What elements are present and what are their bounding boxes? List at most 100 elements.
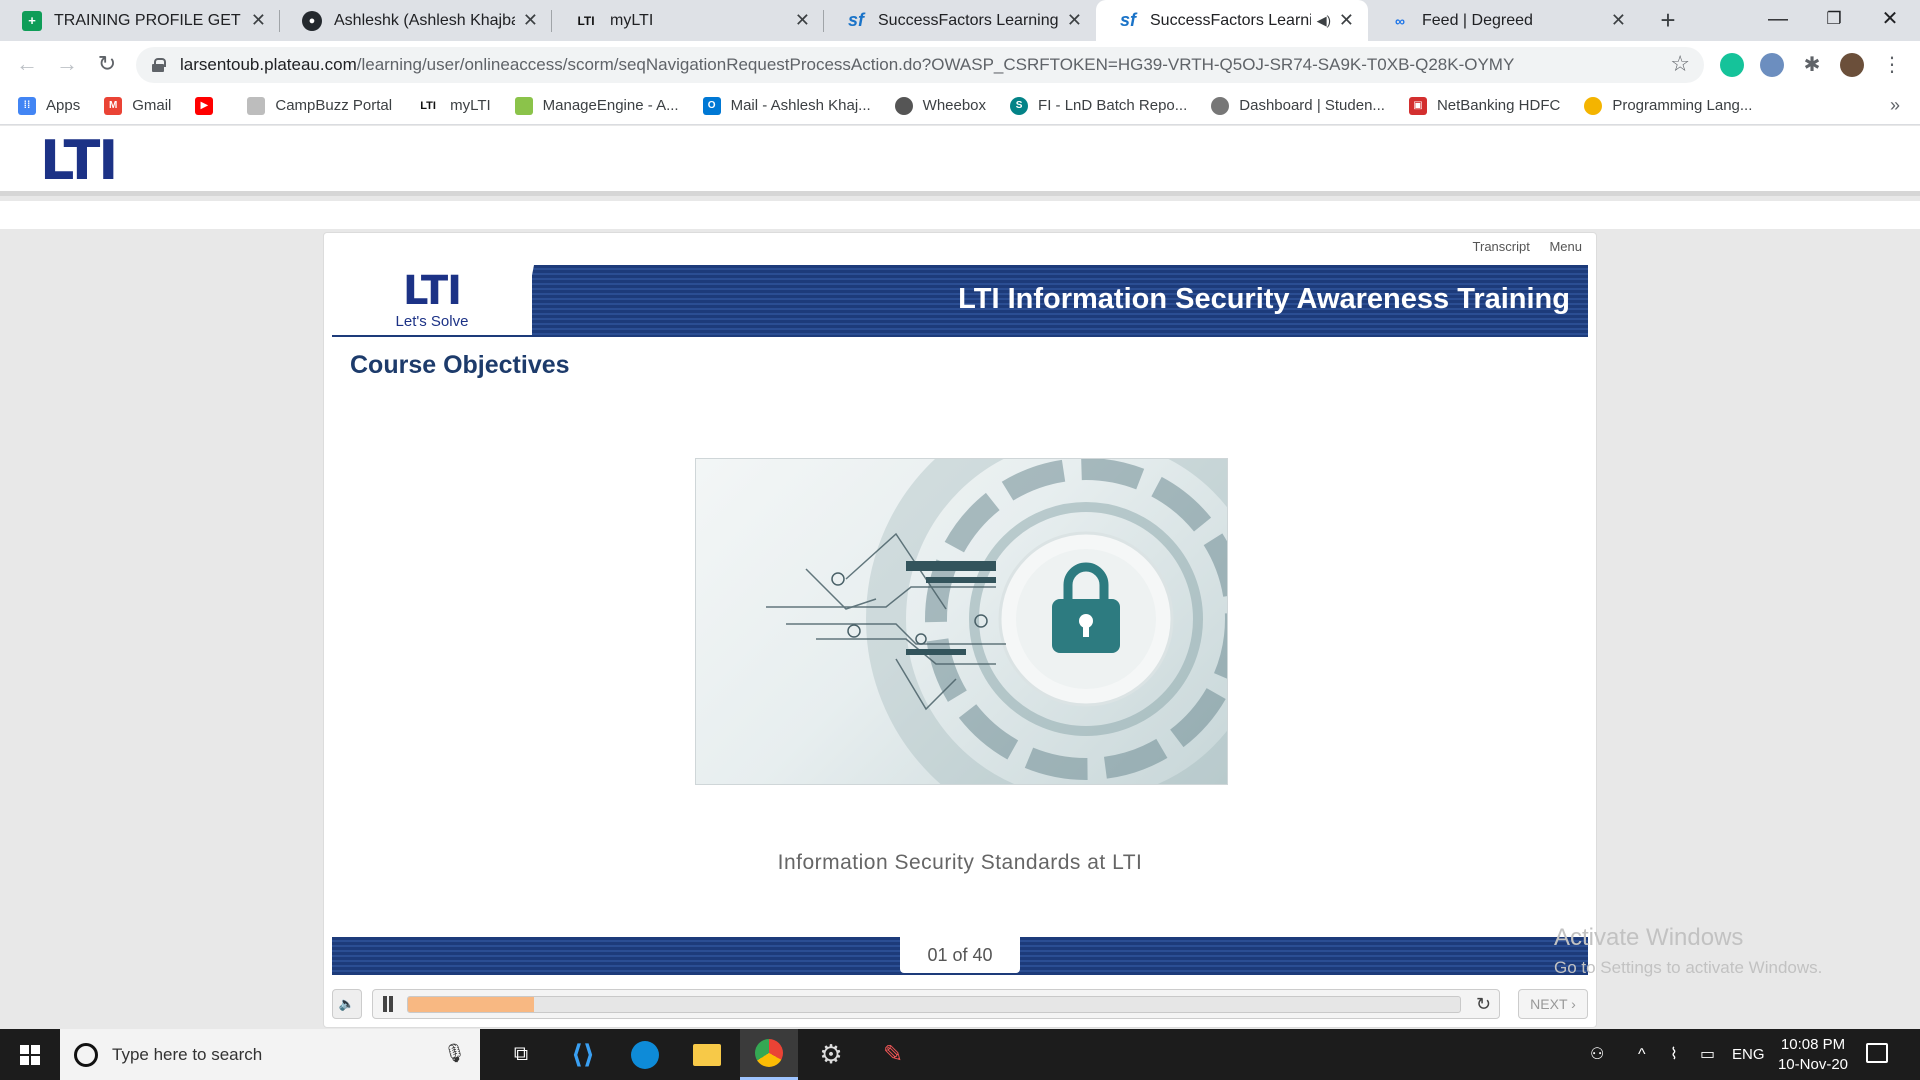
programming-icon xyxy=(1584,96,1603,115)
task-view-icon[interactable]: ⧉ xyxy=(492,1029,550,1080)
battery-icon[interactable]: ▭ xyxy=(1700,1029,1715,1080)
bookmark-mail[interactable]: O Mail - Ashlesh Khaj... xyxy=(702,96,871,115)
close-icon[interactable]: ✕ xyxy=(1339,10,1354,31)
edge-icon[interactable] xyxy=(616,1029,674,1080)
speaker-muted-icon[interactable]: ◀) xyxy=(1317,13,1331,29)
next-button[interactable]: NEXT › xyxy=(1518,989,1588,1019)
close-icon[interactable]: ✕ xyxy=(1067,10,1082,31)
header-spacer xyxy=(0,201,1920,229)
forward-button[interactable]: → xyxy=(52,49,82,79)
pause-button[interactable] xyxy=(381,996,395,1012)
minimize-button[interactable]: — xyxy=(1750,0,1806,41)
banner-tagline: Let's Solve xyxy=(395,313,469,330)
restore-button[interactable]: ❐ xyxy=(1806,0,1862,41)
bookmark-youtube[interactable]: ▶ xyxy=(195,96,223,115)
slide-caption: Information Security Standards at LTI xyxy=(777,851,1143,874)
bookmark-lnd-batch[interactable]: S FI - LnD Batch Repo... xyxy=(1010,96,1187,115)
bookmark-manageengine[interactable]: ManageEngine - A... xyxy=(514,96,679,115)
puzzle-extensions-icon[interactable]: ✱ xyxy=(1800,53,1824,77)
browser-menu-icon[interactable]: ⋮ xyxy=(1880,53,1904,77)
system-clock[interactable]: 10:08 PM 10-Nov-20 xyxy=(1768,1035,1858,1075)
bookmark-apps[interactable]: ⁞⁞ Apps xyxy=(18,96,80,115)
file-explorer-icon[interactable] xyxy=(678,1029,736,1080)
bookmark-dashboard[interactable]: Dashboard | Studen... xyxy=(1211,96,1385,115)
back-button[interactable]: ← xyxy=(12,49,42,79)
apps-grid-icon: ⁞⁞ xyxy=(18,96,36,115)
cortana-icon xyxy=(74,1042,98,1067)
tab-github[interactable]: ● Ashleshk (Ashlesh Khajbage) ✕ xyxy=(280,0,552,41)
progress-track[interactable] xyxy=(407,996,1461,1013)
tab-successfactors-1[interactable]: sf SuccessFactors Learning → Li ✕ xyxy=(824,0,1096,41)
chrome-icon[interactable] xyxy=(740,1029,798,1080)
avatar[interactable] xyxy=(1840,53,1864,77)
bookmarks-bar: ⁞⁞ Apps M Gmail ▶ CampBuzz Portal LTI myLTI… xyxy=(0,87,1920,125)
network-icon[interactable]: ⌇ xyxy=(1670,1029,1678,1080)
new-tab-button[interactable]: + xyxy=(1652,6,1684,36)
successfactors-icon: sf xyxy=(1119,10,1136,30)
successfactors-icon: sf xyxy=(847,10,864,30)
lock-illustration-svg xyxy=(766,459,1227,784)
globe-icon xyxy=(894,96,913,115)
bookmark-campbuzz[interactable]: CampBuzz Portal xyxy=(247,96,392,115)
clock-date: 10-Nov-20 xyxy=(1777,1056,1849,1073)
address-bar[interactable]: larsentoub.plateau.com/learning/user/onl… xyxy=(136,47,1704,83)
microphone-icon[interactable]: 🎙 xyxy=(443,1043,466,1064)
show-hidden-icons[interactable]: ^ xyxy=(1638,1029,1646,1080)
search-placeholder: Type here to search xyxy=(112,1044,263,1064)
transcript-link[interactable]: Transcript xyxy=(1473,239,1530,254)
windows-start-button[interactable] xyxy=(0,1029,58,1080)
close-window-button[interactable]: ✕ xyxy=(1862,0,1918,41)
settings-icon xyxy=(1211,96,1230,115)
bookmark-hdfc[interactable]: ▣ NetBanking HDFC xyxy=(1408,96,1560,115)
page-icon xyxy=(247,96,266,115)
close-icon[interactable]: ✕ xyxy=(523,10,538,31)
url-host: larsentoub.plateau.com xyxy=(180,55,357,74)
tab-title: myLTI xyxy=(610,11,654,29)
people-icon[interactable]: ⚇ xyxy=(1590,1029,1604,1080)
lti-logo[interactable]: LTI xyxy=(40,134,118,188)
bookmark-star-icon[interactable]: ☆ xyxy=(1670,51,1690,77)
more-bookmarks-icon[interactable]: » xyxy=(1890,95,1900,116)
reload-button[interactable]: ↻ xyxy=(92,49,122,79)
sharepoint-icon: S xyxy=(1010,96,1029,115)
close-icon[interactable]: ✕ xyxy=(251,10,266,31)
language-indicator[interactable]: ENG xyxy=(1732,1029,1765,1080)
volume-button[interactable]: 🔈 xyxy=(332,989,362,1019)
close-icon[interactable]: ✕ xyxy=(795,10,810,31)
lock-icon[interactable] xyxy=(152,58,166,72)
vscode-icon[interactable]: ⟨⟩ xyxy=(554,1029,612,1080)
taskbar-search[interactable]: Type here to search 🎙 xyxy=(60,1029,480,1080)
banner-rule xyxy=(332,335,532,337)
paint-icon[interactable]: ✎ xyxy=(864,1029,922,1080)
settings-gear-icon[interactable]: ⚙ xyxy=(802,1029,860,1080)
bookmark-wheebox[interactable]: Wheebox xyxy=(894,96,986,115)
outlook-icon: O xyxy=(702,96,721,115)
close-icon[interactable]: ✕ xyxy=(1611,10,1626,31)
course-player: Transcript Menu LTI Information Security… xyxy=(323,232,1597,1028)
notification-center-icon[interactable] xyxy=(1866,1043,1888,1063)
menu-link[interactable]: Menu xyxy=(1549,239,1582,254)
grammarly-icon[interactable] xyxy=(1720,53,1744,77)
lti-icon: LTI xyxy=(420,99,436,112)
tab-successfactors-active[interactable]: sf SuccessFactors Learning ◀) ✕ xyxy=(1096,0,1368,41)
windows-activation-watermark: Activate Windows Go to Settings to activ… xyxy=(1554,924,1822,978)
activate-title: Activate Windows xyxy=(1554,924,1744,951)
player-footer-band: 01 of 40 xyxy=(332,937,1588,975)
replay-icon[interactable]: ↻ xyxy=(1476,994,1491,1015)
bookmark-mylti[interactable]: LTI myLTI xyxy=(416,97,490,115)
slide-title: Course Objectives xyxy=(350,351,570,379)
playback-bar: ↻ xyxy=(372,989,1500,1019)
bookmark-programming[interactable]: Programming Lang... xyxy=(1584,96,1752,115)
tab-degreed[interactable]: ∞ Feed | Degreed ✕ xyxy=(1368,0,1640,41)
tab-mylti[interactable]: LTI myLTI ✕ xyxy=(552,0,824,41)
progress-fill xyxy=(408,997,535,1012)
lti-icon: LTI xyxy=(577,13,595,28)
url-path: /learning/user/onlineaccess/scorm/seqNav… xyxy=(356,55,1515,74)
tab-training-profile[interactable]: + TRAINING PROFILE GET 881 - ✕ xyxy=(0,0,280,41)
manageengine-icon xyxy=(514,96,533,115)
tab-title: Feed | Degreed xyxy=(1422,11,1533,29)
extension-icon[interactable] xyxy=(1760,53,1784,77)
sheets-icon: + xyxy=(22,10,42,31)
bookmark-gmail[interactable]: M Gmail xyxy=(104,96,171,115)
browser-toolbar: ← → ↻ larsentoub.plateau.com/learning/us… xyxy=(0,41,1920,87)
